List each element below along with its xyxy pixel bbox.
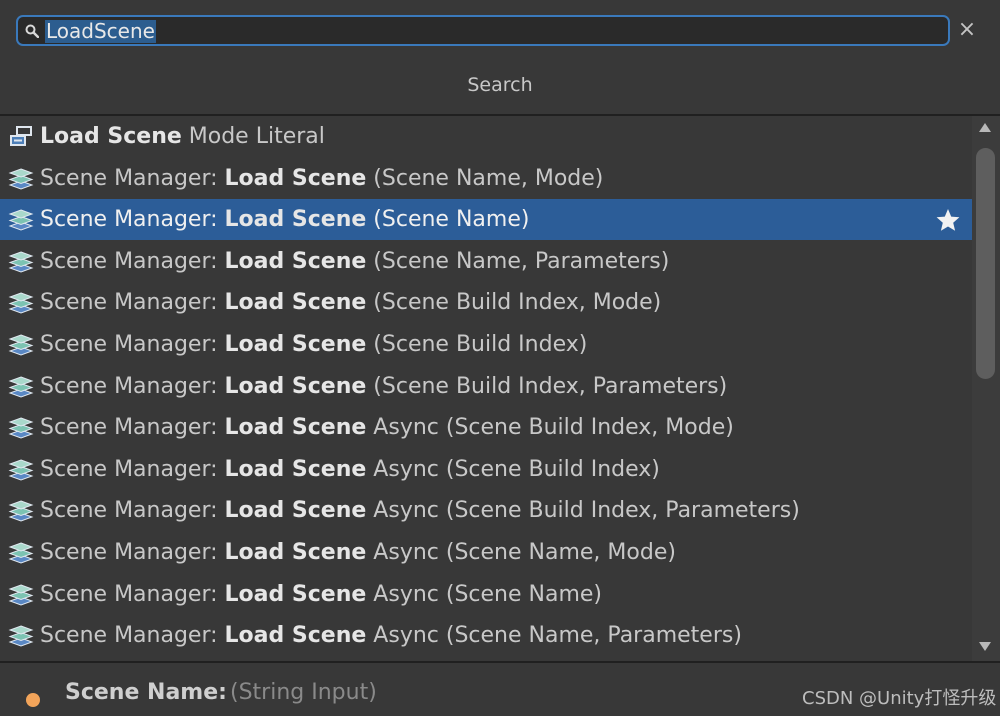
result-suffix: Async (Scene Name) (366, 582, 603, 607)
result-match: Load Scene (224, 457, 367, 482)
result-label: Scene Manager: Load Scene (Scene Name, M… (40, 158, 603, 199)
scene-layers-icon (8, 168, 34, 190)
clear-search-button[interactable]: × (957, 18, 977, 42)
scene-layers-icon (8, 376, 34, 398)
result-label: Scene Manager: Load Scene Async (Scene B… (40, 490, 800, 531)
scroll-down-arrow-icon[interactable] (979, 642, 991, 651)
result-prefix: Scene Manager: (40, 207, 225, 232)
result-row[interactable]: Load Scene Mode Literal (0, 116, 972, 157)
scene-layers-icon (8, 292, 34, 314)
result-row[interactable]: Scene Manager: Load Scene Async (Scene B… (0, 407, 972, 448)
result-row[interactable]: Scene Manager: Load Scene Async (Scene B… (0, 449, 972, 490)
result-label: Scene Manager: Load Scene (Scene Name) (40, 199, 529, 240)
results-list: Load Scene Mode Literal Scene Manager: Lo… (0, 116, 972, 661)
search-input-value[interactable]: LoadScene (45, 20, 156, 43)
scene-layers-icon (8, 459, 34, 481)
result-match: Load Scene (224, 540, 367, 565)
result-suffix: Async (Scene Build Index) (366, 457, 660, 482)
result-prefix: Scene Manager: (40, 623, 225, 648)
search-icon (25, 24, 39, 38)
result-suffix: (Scene Name, Parameters) (366, 249, 670, 274)
result-match: Load Scene (224, 249, 367, 274)
result-match: Load Scene (224, 498, 367, 523)
scene-layers-icon (8, 584, 34, 606)
port-label: Scene Name: (65, 680, 227, 705)
result-label: Scene Manager: Load Scene Async (Scene B… (40, 449, 660, 490)
result-row[interactable]: Scene Manager: Load Scene (Scene Name, M… (0, 158, 972, 199)
result-match: Load Scene (224, 207, 367, 232)
search-field[interactable]: LoadScene (16, 15, 950, 46)
fuzzy-finder-window: LoadScene × Search Load Scene Mode Liter… (0, 0, 1000, 716)
favorite-star-icon[interactable] (935, 207, 961, 233)
result-suffix: Async (Scene Name, Mode) (366, 540, 676, 565)
result-prefix: Scene Manager: (40, 415, 225, 440)
result-label: Scene Manager: Load Scene (Scene Name, P… (40, 241, 669, 282)
result-row[interactable]: Scene Manager: Load Scene Async (Scene B… (0, 490, 972, 531)
enum-literal-icon (10, 126, 32, 146)
result-row[interactable]: Scene Manager: Load Scene (Scene Build I… (0, 282, 972, 323)
result-match: Load Scene (224, 623, 367, 648)
result-row[interactable]: Scene Manager: Load Scene Async (Scene N… (0, 532, 972, 573)
scene-layers-icon (8, 542, 34, 564)
result-label: Load Scene Mode Literal (40, 116, 325, 157)
scene-layers-icon (8, 625, 34, 647)
scene-layers-icon (8, 500, 34, 522)
result-suffix: Mode Literal (181, 124, 325, 149)
result-prefix: Scene Manager: (40, 166, 225, 191)
result-match: Load Scene (224, 415, 367, 440)
scene-layers-icon (8, 334, 34, 356)
result-suffix: (Scene Build Index, Mode) (366, 290, 662, 315)
result-suffix: (Scene Build Index, Parameters) (366, 374, 728, 399)
result-suffix: (Scene Name, Mode) (366, 166, 604, 191)
result-suffix: Async (Scene Build Index, Parameters) (366, 498, 800, 523)
result-label: Scene Manager: Load Scene (Scene Build I… (40, 366, 727, 407)
result-prefix: Scene Manager: (40, 582, 225, 607)
result-suffix: Async (Scene Build Index, Mode) (366, 415, 734, 440)
result-suffix: (Scene Build Index) (366, 332, 588, 357)
result-row[interactable]: Scene Manager: Load Scene (Scene Build I… (0, 366, 972, 407)
result-prefix: Scene Manager: (40, 540, 225, 565)
page-title: Search (467, 74, 533, 96)
scrollbar-thumb[interactable] (976, 148, 995, 379)
result-row[interactable]: Scene Manager: Load Scene (Scene Build I… (0, 324, 972, 365)
result-label: Scene Manager: Load Scene Async (Scene B… (40, 407, 734, 448)
result-row[interactable]: Scene Manager: Load Scene (Scene Name, P… (0, 241, 972, 282)
result-prefix: Scene Manager: (40, 290, 225, 315)
result-match: Load Scene (40, 124, 182, 149)
result-label: Scene Manager: Load Scene (Scene Build I… (40, 324, 587, 365)
watermark: CSDN @Unity打怪升级 (802, 688, 997, 709)
result-label: Scene Manager: Load Scene (Scene Build I… (40, 282, 661, 323)
scene-layers-icon (8, 251, 34, 273)
result-match: Load Scene (224, 582, 367, 607)
result-row[interactable]: Scene Manager: Load Scene Async (Scene N… (0, 615, 972, 656)
result-match: Load Scene (224, 332, 367, 357)
result-label: Scene Manager: Load Scene Async (Scene N… (40, 615, 742, 656)
result-match: Load Scene (224, 290, 367, 315)
result-suffix: Async (Scene Name, Parameters) (366, 623, 742, 648)
port-dot-icon (26, 693, 40, 707)
result-prefix: Scene Manager: (40, 249, 225, 274)
result-label: Scene Manager: Load Scene Async (Scene N… (40, 532, 676, 573)
result-match: Load Scene (224, 374, 367, 399)
result-match: Load Scene (224, 166, 367, 191)
scene-layers-icon (8, 209, 34, 231)
scene-layers-icon (8, 417, 34, 439)
result-row[interactable]: Scene Manager: Load Scene Async (Scene N… (0, 574, 972, 615)
result-suffix: (Scene Name) (366, 207, 530, 232)
result-prefix: Scene Manager: (40, 457, 225, 482)
result-prefix: Scene Manager: (40, 374, 225, 399)
result-prefix: Scene Manager: (40, 498, 225, 523)
scroll-up-arrow-icon[interactable] (979, 123, 991, 132)
result-label: Scene Manager: Load Scene Async (Scene N… (40, 574, 602, 615)
result-prefix: Scene Manager: (40, 332, 225, 357)
port-type: (String Input) (230, 680, 377, 705)
result-row[interactable]: Scene Manager: Load Scene (Scene Name) (0, 199, 972, 240)
